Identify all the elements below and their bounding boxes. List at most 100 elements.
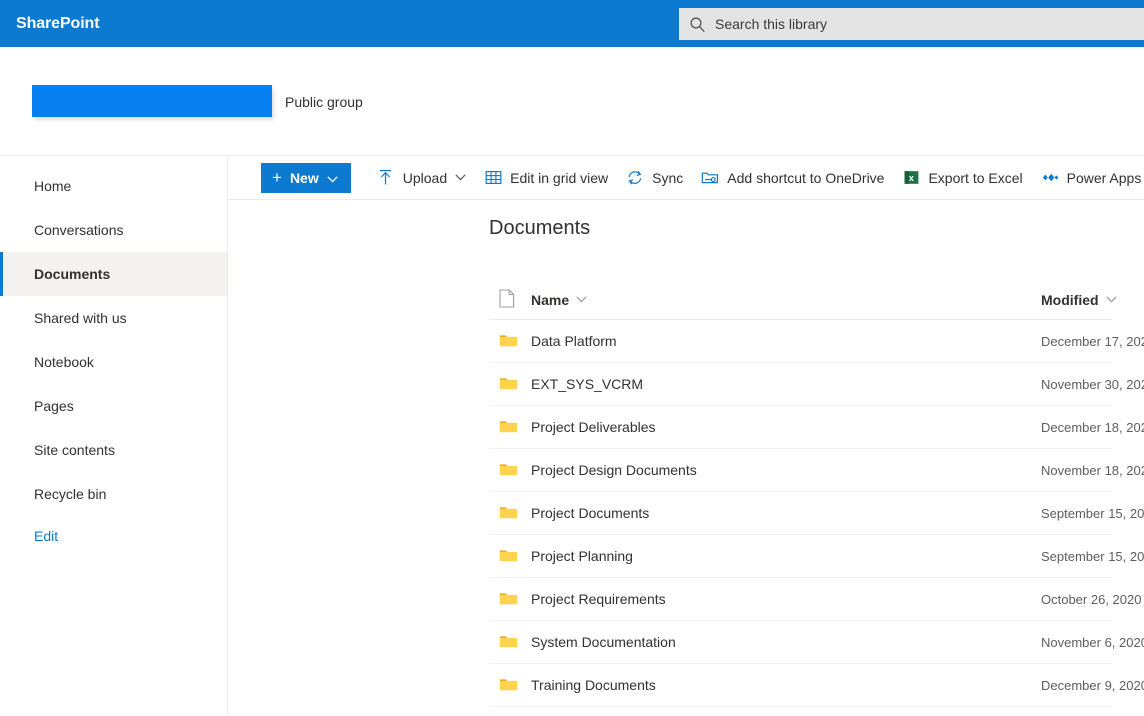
site-privacy-label: Public group	[285, 94, 363, 110]
documents-list: Name Modified Modi	[228, 280, 1144, 707]
file-name: EXT_SYS_VCRM	[531, 376, 644, 392]
sidebar-item-label: Recycle bin	[34, 486, 107, 502]
new-button-label: New	[289, 169, 319, 186]
chevron-down-icon	[1105, 296, 1117, 303]
folder-icon	[489, 505, 531, 521]
chevron-down-icon	[327, 170, 338, 186]
edit-in-grid-view-button[interactable]: Edit in grid view	[475, 158, 617, 198]
suite-brand-sharepoint[interactable]: SharePoint	[8, 15, 100, 33]
folder-icon	[489, 419, 531, 435]
suite-header: SharePoint	[0, 0, 1144, 47]
table-row[interactable]: Training Documents December 9, 2020	[489, 664, 1144, 707]
sidebar-item-site-contents[interactable]: Site contents	[0, 428, 227, 472]
column-header-doc-icon[interactable]	[489, 288, 531, 311]
sync-button[interactable]: Sync	[617, 158, 692, 198]
folder-icon	[489, 677, 531, 693]
sidebar-item-recycle-bin[interactable]: Recycle bin	[0, 472, 227, 516]
new-button[interactable]: + New	[261, 162, 351, 193]
chevron-down-icon	[576, 296, 587, 303]
modified-date: December 17, 2020	[1041, 333, 1144, 349]
modified-date: September 15, 2020	[1041, 548, 1144, 564]
document-icon	[499, 288, 515, 311]
file-name: Project Requirements	[531, 591, 666, 607]
table-row[interactable]: System Documentation November 6, 2020	[489, 621, 1144, 664]
site-title-redaction-block	[32, 85, 272, 117]
modified-date: September 15, 2020	[1041, 505, 1144, 521]
table-body: Data Platform December 17, 2020 EXT_SYS_…	[228, 320, 1144, 707]
plus-icon: +	[272, 168, 282, 187]
column-header-name[interactable]: Name	[531, 292, 1041, 308]
power-apps-label: Power Apps	[1066, 169, 1142, 186]
file-name: System Documentation	[531, 634, 676, 650]
chevron-down-icon	[455, 174, 466, 181]
sync-label: Sync	[652, 169, 684, 186]
table-header-row: Name Modified Modi	[489, 280, 1117, 320]
grid-view-icon	[484, 169, 502, 187]
file-name: Data Platform	[531, 333, 617, 349]
table-row[interactable]: Data Platform December 17, 2020	[489, 320, 1144, 363]
add-shortcut-to-onedrive-button[interactable]: Add shortcut to OneDrive	[692, 158, 893, 198]
power-apps-button[interactable]: Power Apps	[1032, 158, 1144, 198]
upload-button[interactable]: Upload	[368, 158, 475, 198]
excel-icon: x	[902, 169, 920, 187]
sidebar-edit-label: Edit	[34, 528, 59, 544]
sidebar-item-documents[interactable]: Documents	[0, 252, 227, 296]
modified-date: December 9, 2020	[1041, 677, 1144, 693]
page-body: Home Conversations Documents Shared with…	[0, 156, 1144, 716]
sidebar-item-notebook[interactable]: Notebook	[0, 340, 227, 384]
edit-in-grid-view-label: Edit in grid view	[510, 169, 609, 186]
sidebar-item-pages[interactable]: Pages	[0, 384, 227, 428]
upload-label: Upload	[402, 169, 448, 186]
search-input[interactable]	[715, 9, 1144, 39]
sidebar-item-label: Pages	[34, 398, 74, 414]
file-name: Project Deliverables	[531, 419, 656, 435]
table-row[interactable]: Project Deliverables December 18, 2020	[489, 406, 1144, 449]
table-row[interactable]: Project Requirements October 26, 2020	[489, 578, 1141, 621]
main-content: + New Upload Edit in grid view Sync Add …	[228, 156, 1144, 716]
modified-date: November 18, 2020	[1041, 462, 1144, 478]
onedrive-shortcut-icon	[701, 169, 719, 187]
sidebar-item-label: Conversations	[34, 222, 124, 238]
search-box[interactable]	[679, 8, 1144, 40]
export-to-excel-label: Export to Excel	[928, 169, 1023, 186]
file-name: Project Design Documents	[531, 462, 697, 478]
folder-icon	[489, 376, 531, 392]
table-row[interactable]: Project Documents September 15, 2020	[489, 492, 1144, 535]
folder-icon	[489, 333, 531, 349]
sidebar-item-conversations[interactable]: Conversations	[0, 208, 227, 252]
file-name: Project Planning	[531, 548, 633, 564]
sidebar-item-label: Shared with us	[34, 310, 127, 326]
modified-date: October 26, 2020	[1041, 591, 1142, 607]
folder-icon	[489, 634, 531, 650]
table-row[interactable]: EXT_SYS_VCRM November 30, 2020	[489, 363, 1144, 406]
upload-icon	[377, 169, 395, 187]
folder-icon	[489, 591, 531, 607]
file-name: Training Documents	[531, 677, 656, 693]
column-header-modified-label: Modified	[1041, 291, 1099, 308]
sync-icon	[626, 169, 644, 187]
column-header-modified[interactable]: Modified	[1041, 292, 1144, 308]
site-header: Public group	[0, 47, 1144, 156]
folder-icon	[489, 462, 531, 478]
sidebar-item-label: Home	[34, 178, 72, 194]
sidebar-item-shared-with-us[interactable]: Shared with us	[0, 296, 227, 340]
sidebar-item-label: Documents	[34, 266, 111, 282]
power-apps-icon	[1041, 169, 1059, 187]
column-header-name-label: Name	[531, 291, 570, 308]
command-bar: + New Upload Edit in grid view Sync Add …	[228, 156, 1144, 200]
svg-text:x: x	[909, 173, 914, 183]
sidebar-item-home[interactable]: Home	[0, 164, 227, 208]
add-shortcut-label: Add shortcut to OneDrive	[727, 169, 885, 186]
table-row[interactable]: Project Design Documents November 18, 20…	[489, 449, 1144, 492]
sidebar-edit-link[interactable]: Edit	[0, 516, 227, 556]
folder-icon	[489, 548, 531, 564]
page-title: Documents	[489, 217, 591, 239]
table-row[interactable]: Project Planning September 15, 2020	[489, 535, 1144, 578]
search-icon	[679, 8, 715, 40]
modified-date: November 30, 2020	[1041, 376, 1144, 392]
modified-date: November 6, 2020	[1041, 634, 1144, 650]
sidebar-nav: Home Conversations Documents Shared with…	[0, 156, 228, 716]
sidebar-item-label: Site contents	[34, 442, 115, 458]
file-name: Project Documents	[531, 505, 650, 521]
export-to-excel-button[interactable]: x Export to Excel	[893, 158, 1031, 198]
